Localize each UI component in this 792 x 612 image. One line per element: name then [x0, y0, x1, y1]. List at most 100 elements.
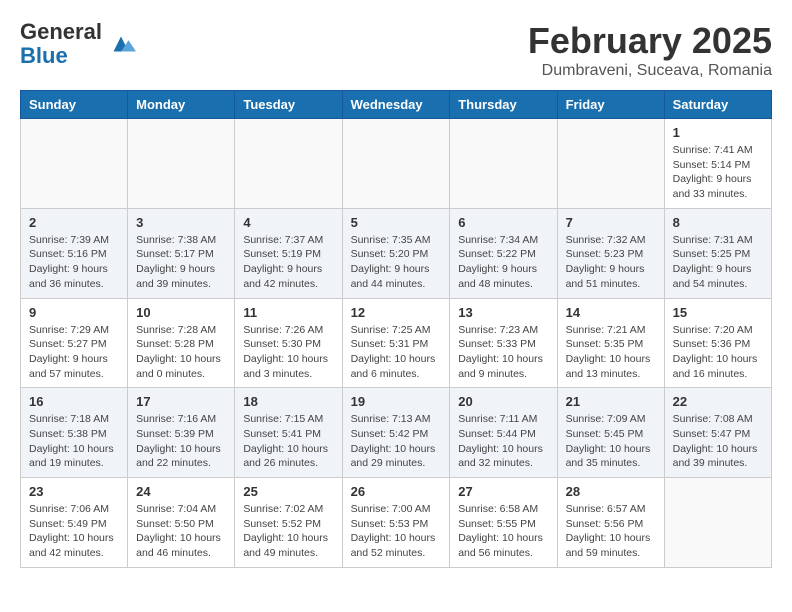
calendar-cell: 11 Sunrise: 7:26 AM Sunset: 5:30 PM Dayli… — [235, 298, 342, 388]
calendar-cell: 19 Sunrise: 7:13 AM Sunset: 5:42 PM Dayli… — [342, 388, 450, 478]
day-number: 16 — [29, 394, 119, 409]
day-number: 14 — [566, 305, 656, 320]
weekday-header: Friday — [557, 91, 664, 119]
calendar-cell — [128, 119, 235, 209]
weekday-header: Tuesday — [235, 91, 342, 119]
calendar-week-row: 16 Sunrise: 7:18 AM Sunset: 5:38 PM Dayli… — [21, 388, 772, 478]
weekday-header: Monday — [128, 91, 235, 119]
day-number: 19 — [351, 394, 442, 409]
day-info: Sunrise: 7:35 AM Sunset: 5:20 PM Dayligh… — [351, 233, 442, 292]
calendar-cell: 20 Sunrise: 7:11 AM Sunset: 5:44 PM Dayli… — [450, 388, 557, 478]
weekday-header: Sunday — [21, 91, 128, 119]
day-number: 9 — [29, 305, 119, 320]
day-number: 15 — [673, 305, 763, 320]
day-info: Sunrise: 7:18 AM Sunset: 5:38 PM Dayligh… — [29, 412, 119, 471]
calendar-cell — [450, 119, 557, 209]
day-info: Sunrise: 7:04 AM Sunset: 5:50 PM Dayligh… — [136, 502, 226, 561]
calendar-cell: 24 Sunrise: 7:04 AM Sunset: 5:50 PM Dayli… — [128, 478, 235, 568]
day-info: Sunrise: 7:39 AM Sunset: 5:16 PM Dayligh… — [29, 233, 119, 292]
day-number: 5 — [351, 215, 442, 230]
weekday-header: Thursday — [450, 91, 557, 119]
calendar-cell: 14 Sunrise: 7:21 AM Sunset: 5:35 PM Dayli… — [557, 298, 664, 388]
day-info: Sunrise: 7:21 AM Sunset: 5:35 PM Dayligh… — [566, 323, 656, 382]
calendar-cell: 12 Sunrise: 7:25 AM Sunset: 5:31 PM Dayli… — [342, 298, 450, 388]
day-number: 11 — [243, 305, 333, 320]
day-number: 17 — [136, 394, 226, 409]
day-info: Sunrise: 7:31 AM Sunset: 5:25 PM Dayligh… — [673, 233, 763, 292]
calendar-cell: 26 Sunrise: 7:00 AM Sunset: 5:53 PM Dayli… — [342, 478, 450, 568]
calendar-cell: 18 Sunrise: 7:15 AM Sunset: 5:41 PM Dayli… — [235, 388, 342, 478]
day-info: Sunrise: 6:57 AM Sunset: 5:56 PM Dayligh… — [566, 502, 656, 561]
calendar-cell: 4 Sunrise: 7:37 AM Sunset: 5:19 PM Daylig… — [235, 208, 342, 298]
day-info: Sunrise: 7:09 AM Sunset: 5:45 PM Dayligh… — [566, 412, 656, 471]
logo-icon — [106, 29, 136, 59]
location: Dumbraveni, Suceava, Romania — [528, 62, 772, 80]
weekday-header: Saturday — [664, 91, 771, 119]
calendar-cell — [21, 119, 128, 209]
calendar-cell: 22 Sunrise: 7:08 AM Sunset: 5:47 PM Dayli… — [664, 388, 771, 478]
day-info: Sunrise: 7:08 AM Sunset: 5:47 PM Dayligh… — [673, 412, 763, 471]
month-title: February 2025 — [528, 20, 772, 62]
day-number: 22 — [673, 394, 763, 409]
calendar-cell: 5 Sunrise: 7:35 AM Sunset: 5:20 PM Daylig… — [342, 208, 450, 298]
day-info: Sunrise: 7:41 AM Sunset: 5:14 PM Dayligh… — [673, 143, 763, 202]
day-number: 28 — [566, 484, 656, 499]
day-number: 2 — [29, 215, 119, 230]
calendar-cell: 2 Sunrise: 7:39 AM Sunset: 5:16 PM Daylig… — [21, 208, 128, 298]
day-info: Sunrise: 7:25 AM Sunset: 5:31 PM Dayligh… — [351, 323, 442, 382]
day-number: 7 — [566, 215, 656, 230]
logo-blue: Blue — [20, 44, 102, 68]
day-info: Sunrise: 7:37 AM Sunset: 5:19 PM Dayligh… — [243, 233, 333, 292]
day-info: Sunrise: 7:02 AM Sunset: 5:52 PM Dayligh… — [243, 502, 333, 561]
day-info: Sunrise: 7:13 AM Sunset: 5:42 PM Dayligh… — [351, 412, 442, 471]
day-number: 12 — [351, 305, 442, 320]
day-number: 20 — [458, 394, 548, 409]
day-info: Sunrise: 7:28 AM Sunset: 5:28 PM Dayligh… — [136, 323, 226, 382]
calendar-cell: 21 Sunrise: 7:09 AM Sunset: 5:45 PM Dayli… — [557, 388, 664, 478]
day-number: 25 — [243, 484, 333, 499]
day-number: 24 — [136, 484, 226, 499]
calendar-cell: 6Sunrise: 7:34 AM Sunset: 5:22 PM Daylig… — [450, 208, 557, 298]
day-number: 27 — [458, 484, 548, 499]
calendar-cell: 3 Sunrise: 7:38 AM Sunset: 5:17 PM Daylig… — [128, 208, 235, 298]
day-info: Sunrise: 7:32 AM Sunset: 5:23 PM Dayligh… — [566, 233, 656, 292]
calendar-cell: 8 Sunrise: 7:31 AM Sunset: 5:25 PM Daylig… — [664, 208, 771, 298]
day-info: Sunrise: 7:23 AM Sunset: 5:33 PM Dayligh… — [458, 323, 548, 382]
day-info: Sunrise: 7:06 AM Sunset: 5:49 PM Dayligh… — [29, 502, 119, 561]
day-number: 13 — [458, 305, 548, 320]
day-info: Sunrise: 7:26 AM Sunset: 5:30 PM Dayligh… — [243, 323, 333, 382]
calendar-week-row: 23 Sunrise: 7:06 AM Sunset: 5:49 PM Dayli… — [21, 478, 772, 568]
day-number: 10 — [136, 305, 226, 320]
title-section: February 2025 Dumbraveni, Suceava, Roman… — [528, 20, 772, 80]
calendar-week-row: 2 Sunrise: 7:39 AM Sunset: 5:16 PM Daylig… — [21, 208, 772, 298]
calendar-cell — [557, 119, 664, 209]
page-header: General Blue February 2025 Dumbraveni, S… — [20, 20, 772, 80]
calendar-cell — [235, 119, 342, 209]
day-info: Sunrise: 7:11 AM Sunset: 5:44 PM Dayligh… — [458, 412, 548, 471]
calendar-table: SundayMondayTuesdayWednesdayThursdayFrid… — [20, 90, 772, 568]
calendar-cell: 23 Sunrise: 7:06 AM Sunset: 5:49 PM Dayli… — [21, 478, 128, 568]
day-info: Sunrise: 6:58 AM Sunset: 5:55 PM Dayligh… — [458, 502, 548, 561]
day-info: Sunrise: 7:00 AM Sunset: 5:53 PM Dayligh… — [351, 502, 442, 561]
day-number: 18 — [243, 394, 333, 409]
day-number: 8 — [673, 215, 763, 230]
day-info: Sunrise: 7:29 AM Sunset: 5:27 PM Dayligh… — [29, 323, 119, 382]
day-info: Sunrise: 7:15 AM Sunset: 5:41 PM Dayligh… — [243, 412, 333, 471]
calendar-cell: 16 Sunrise: 7:18 AM Sunset: 5:38 PM Dayli… — [21, 388, 128, 478]
logo-general: General — [20, 20, 102, 44]
day-number: 4 — [243, 215, 333, 230]
day-info: Sunrise: 7:16 AM Sunset: 5:39 PM Dayligh… — [136, 412, 226, 471]
calendar-cell: 28 Sunrise: 6:57 AM Sunset: 5:56 PM Dayli… — [557, 478, 664, 568]
day-number: 23 — [29, 484, 119, 499]
day-number: 21 — [566, 394, 656, 409]
calendar-week-row: 9 Sunrise: 7:29 AM Sunset: 5:27 PM Daylig… — [21, 298, 772, 388]
day-number: 6 — [458, 215, 548, 230]
day-info: Sunrise: 7:20 AM Sunset: 5:36 PM Dayligh… — [673, 323, 763, 382]
day-info: Sunrise: 7:38 AM Sunset: 5:17 PM Dayligh… — [136, 233, 226, 292]
calendar-cell: 10 Sunrise: 7:28 AM Sunset: 5:28 PM Dayli… — [128, 298, 235, 388]
calendar-cell — [664, 478, 771, 568]
day-number: 3 — [136, 215, 226, 230]
day-number: 26 — [351, 484, 442, 499]
calendar-week-row: 1Sunrise: 7:41 AM Sunset: 5:14 PM Daylig… — [21, 119, 772, 209]
calendar-cell: 17 Sunrise: 7:16 AM Sunset: 5:39 PM Dayli… — [128, 388, 235, 478]
